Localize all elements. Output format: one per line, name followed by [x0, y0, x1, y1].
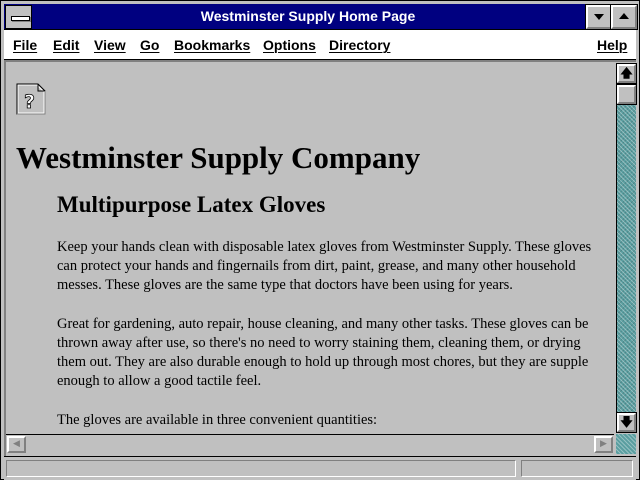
system-menu-button[interactable]: [5, 5, 32, 29]
minimize-button[interactable]: [585, 4, 613, 30]
content-frame: ? Westminster Supply Company Multipurpos…: [4, 60, 637, 456]
paragraph-uses: Great for gardening, auto repair, house …: [57, 316, 589, 389]
menu-options[interactable]: Options: [263, 37, 316, 53]
horizontal-scrollbar[interactable]: ◀ ▶: [6, 434, 614, 454]
scroll-left-button[interactable]: ◀: [7, 436, 26, 453]
broken-image-glyph: ?: [24, 91, 35, 113]
scrollbar-corner: [616, 434, 636, 454]
menu-edit[interactable]: Edit: [53, 37, 79, 53]
status-text: [6, 460, 516, 477]
menu-bookmarks[interactable]: Bookmarks: [174, 37, 250, 53]
left-arrow-icon: ◀: [13, 439, 20, 449]
progress-indicator: [521, 460, 633, 477]
menu-go[interactable]: Go: [140, 37, 159, 53]
maximize-button[interactable]: [610, 4, 638, 30]
minimize-icon: [594, 14, 604, 20]
status-bar: [4, 456, 636, 480]
paragraph-intro: Keep your hands clean with disposable la…: [57, 239, 592, 293]
scroll-up-button[interactable]: 🡅: [616, 63, 637, 84]
window-title: Westminster Supply Home Page: [200, 8, 416, 24]
vertical-scroll-thumb[interactable]: [616, 84, 637, 105]
page-content[interactable]: ? Westminster Supply Company Multipurpos…: [6, 64, 614, 432]
menu-file[interactable]: File: [13, 37, 37, 53]
down-arrow-icon: 🡇: [620, 415, 633, 429]
menu-directory[interactable]: Directory: [329, 37, 390, 53]
up-arrow-icon: 🡅: [620, 66, 633, 80]
menu-bar: File Edit View Go Bookmarks Options Dire…: [4, 30, 636, 60]
product-heading: Multipurpose Latex Gloves: [57, 192, 326, 217]
title-bar[interactable]: Westminster Supply Home Page: [4, 4, 638, 30]
scroll-right-button[interactable]: ▶: [594, 436, 613, 453]
right-arrow-icon: ▶: [600, 439, 607, 449]
system-menu-icon: [11, 16, 30, 21]
menu-help[interactable]: Help: [597, 37, 627, 53]
menu-view[interactable]: View: [94, 37, 126, 53]
browser-window: Westminster Supply Home Page File Edit V…: [0, 0, 640, 480]
scroll-down-button[interactable]: 🡇: [616, 412, 637, 433]
maximize-icon: [619, 13, 629, 19]
page-heading: Westminster Supply Company: [16, 140, 421, 175]
vertical-scrollbar[interactable]: 🡅 🡇: [616, 63, 637, 433]
paragraph-quantities: The gloves are available in three conven…: [57, 412, 378, 428]
broken-image-icon: ?: [16, 83, 46, 115]
